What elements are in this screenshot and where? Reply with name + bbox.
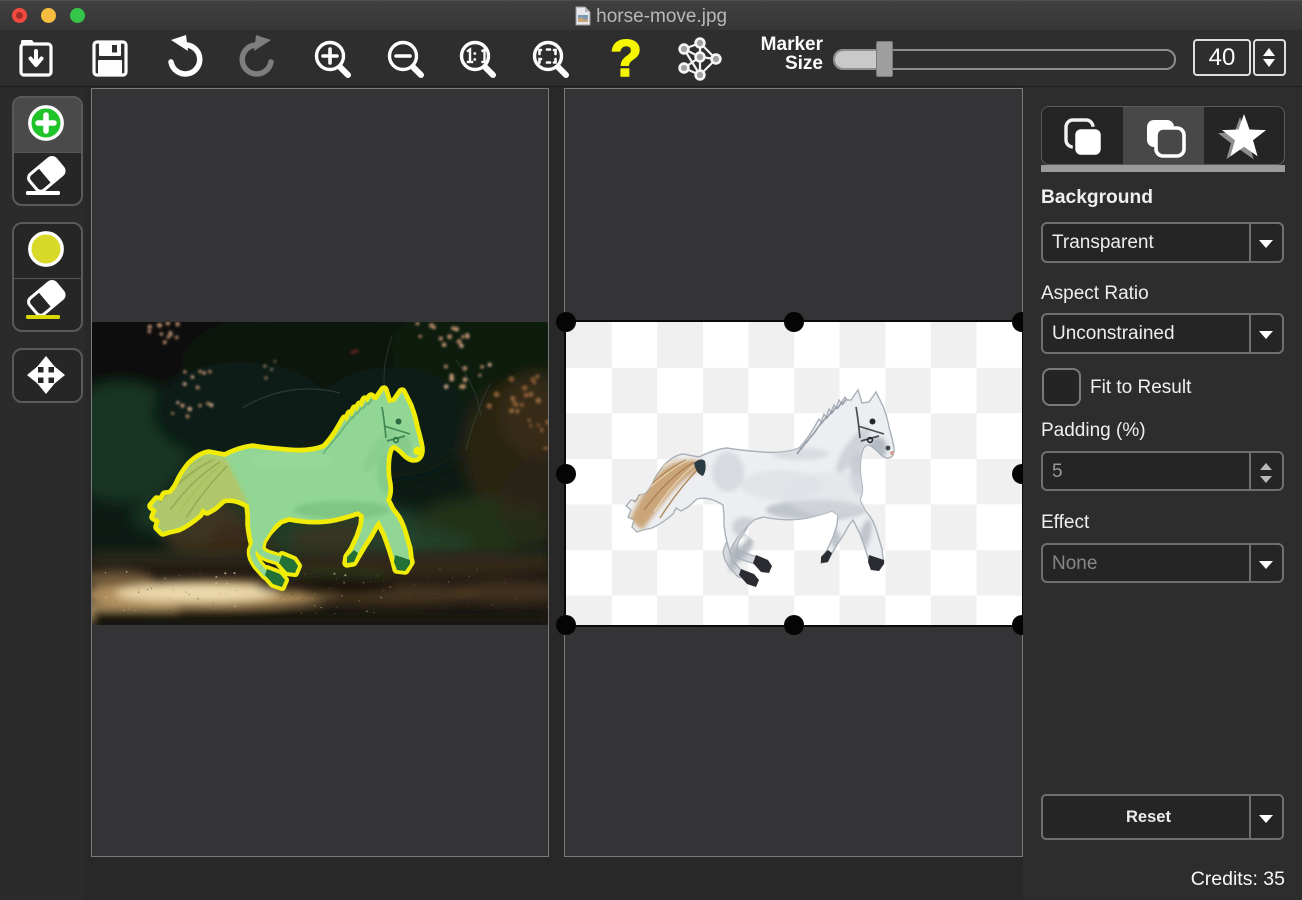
svg-text:?: ? [610,30,642,87]
